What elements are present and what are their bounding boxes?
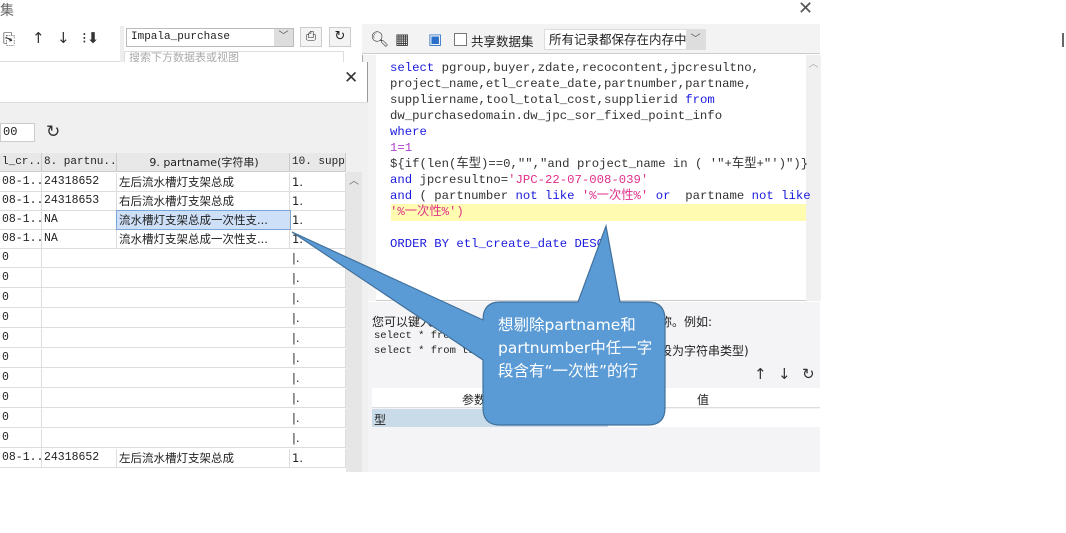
- callout-text: 想剔除partname和partnumber中任一字段含有“一次性”的行: [498, 316, 653, 380]
- callout-shape: [291, 223, 666, 426]
